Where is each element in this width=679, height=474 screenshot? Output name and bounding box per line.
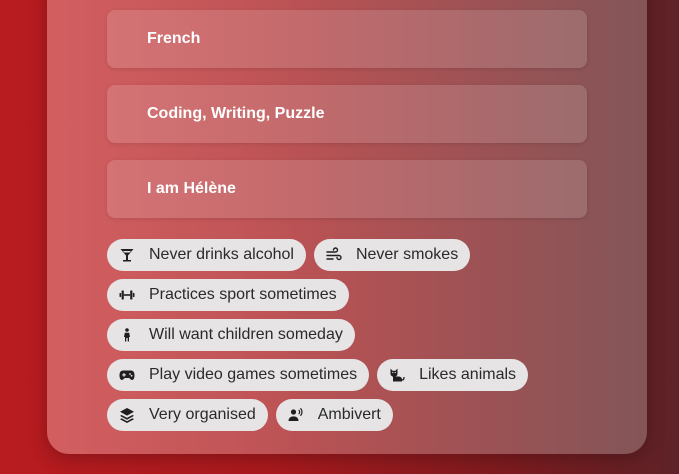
chip-plays-video-games[interactable]: Play video games sometimes [107,359,370,391]
chip-never-smokes[interactable]: Never smokes [313,239,471,271]
chip-wants-children[interactable]: Will want children someday [107,319,355,351]
cat-icon [389,367,405,383]
chip-label: Practices sport sometimes [149,286,337,303]
chip-practices-sport[interactable]: Practices sport sometimes [107,279,349,311]
chip-likes-animals[interactable]: Likes animals [377,359,529,391]
dumbbell-icon [119,287,135,303]
lifestyle-chips: Never drinks alcohol Never smokes Practi… [107,239,607,439]
chip-ambivert[interactable]: Ambivert [275,399,393,431]
chip-label: Play video games sometimes [149,366,358,383]
chip-never-drinks-alcohol[interactable]: Never drinks alcohol [107,239,306,271]
interests-field[interactable]: Coding, Writing, Puzzle [107,85,587,143]
bio-field[interactable]: I am Hélène [107,160,587,218]
chip-very-organised[interactable]: Very organised [107,399,268,431]
language-value: French [147,30,201,47]
interests-value: Coding, Writing, Puzzle [147,105,325,122]
person-speaking-icon [288,407,304,423]
chip-label: Ambivert [317,406,381,423]
chip-label: Never smokes [355,246,459,263]
cocktail-glass-icon [119,247,135,263]
chip-label: Likes animals [419,366,517,383]
bio-value: I am Hélène [147,180,236,197]
chip-label: Very organised [149,406,256,423]
layers-icon [119,407,135,423]
language-field[interactable]: French [107,10,587,68]
chip-label: Never drinks alcohol [149,246,294,263]
gamepad-icon [119,367,135,383]
chip-label: Will want children someday [149,326,343,343]
child-icon [119,327,135,343]
wind-icon [326,247,342,263]
